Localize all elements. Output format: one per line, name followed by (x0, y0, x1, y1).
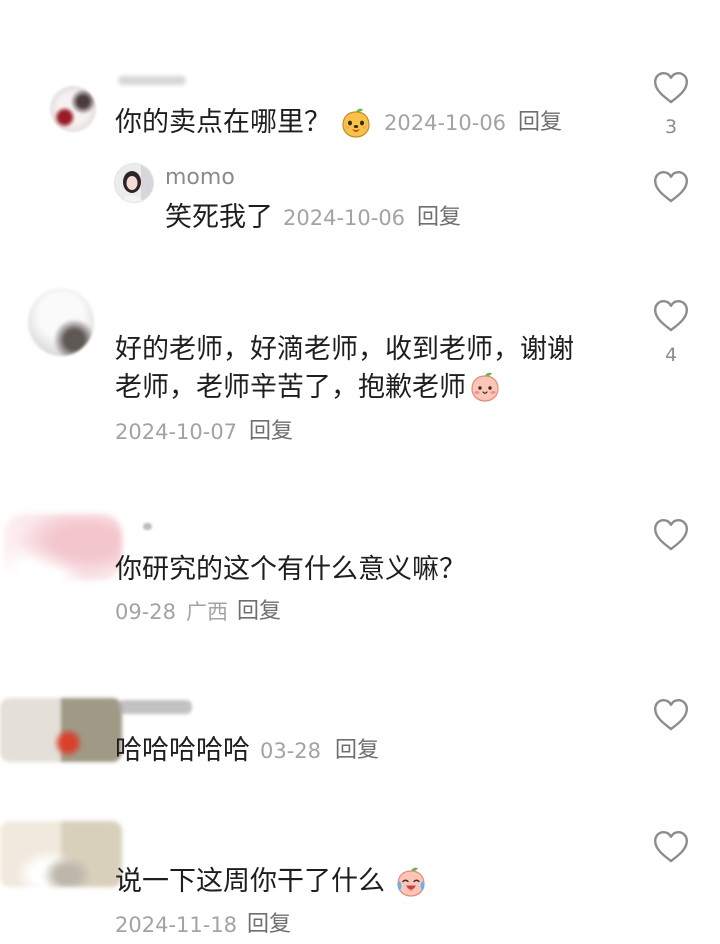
heart-icon[interactable] (653, 299, 689, 333)
reply-button[interactable]: 回复 (417, 206, 461, 230)
blush-face-emoji (469, 371, 501, 403)
comment-line: 笑死我了 2024-10-06 回复 (165, 199, 461, 237)
comment-line: 说一下这周你干了什么 (115, 863, 427, 901)
heart-icon[interactable] (653, 518, 689, 552)
comment-meta: 2024-11-18 回复 (115, 913, 291, 938)
comment-item: 好的老师，好滴老师，收到老师，谢谢老师，老师辛苦了，抱歉老师 2024-10-0… (0, 286, 720, 446)
comment-date: 2024-10-06 (283, 206, 406, 230)
comment-text: 你的卖点在哪里？ (115, 107, 331, 138)
heart-icon[interactable] (653, 830, 689, 864)
avatar[interactable] (114, 163, 154, 203)
heart-icon[interactable] (653, 698, 689, 732)
laugh-cry-emoji (395, 866, 427, 898)
like-button[interactable] (651, 518, 691, 552)
like-button[interactable] (651, 170, 691, 204)
comment-item: 哈哈哈哈哈 03-28 回复 (0, 694, 720, 784)
comment-item: 你的卖点在哪里？ 2024-10-06 回复 3 (0, 70, 720, 150)
like-count: 3 (664, 116, 678, 138)
heart-icon[interactable] (653, 71, 689, 105)
avatar[interactable] (0, 698, 122, 762)
comment-item: 说一下这周你干了什么 2024-11-18 回复 (0, 818, 720, 942)
avatar[interactable] (0, 821, 122, 887)
username-obscured (143, 523, 152, 530)
comment-item: 你研究的这个有什么意义嘛？ 09-28 广西 回复 (0, 512, 720, 632)
reply-button[interactable]: 回复 (237, 600, 281, 624)
reply-button[interactable]: 回复 (335, 739, 379, 763)
avatar[interactable] (4, 514, 122, 580)
comment-text: 说一下这周你干了什么 (115, 866, 385, 897)
username[interactable]: momo (165, 166, 235, 190)
comment-line: 哈哈哈哈哈 03-28 回复 (115, 732, 379, 770)
dog-face-emoji (340, 107, 372, 139)
reply-button[interactable]: 回复 (247, 913, 291, 937)
comment-text: 你研究的这个有什么意义嘛？ (115, 554, 466, 585)
comment-text: 笑死我了 (165, 202, 273, 233)
comment-date: 2024-11-18 (115, 913, 238, 937)
comment-date: 2024-10-07 (115, 420, 238, 444)
comment-line: 你的卖点在哪里？ 2024-10-06 回复 (115, 104, 562, 142)
reply-button[interactable]: 回复 (518, 111, 562, 135)
avatar[interactable] (28, 288, 94, 356)
like-button[interactable]: 3 (651, 71, 691, 138)
heart-icon[interactable] (653, 170, 689, 204)
like-button[interactable]: 4 (651, 299, 691, 366)
comment-date: 03-28 (260, 739, 322, 763)
avatar[interactable] (50, 86, 96, 132)
like-count: 4 (664, 344, 678, 366)
like-button[interactable] (651, 830, 691, 864)
comment-line: 你研究的这个有什么意义嘛？ (115, 551, 466, 589)
like-button[interactable] (651, 698, 691, 732)
comment-text: 哈哈哈哈哈 (115, 735, 250, 766)
comment-date: 09-28 (115, 600, 177, 624)
reply-button[interactable]: 回复 (249, 420, 293, 444)
comment-location: 广西 (186, 600, 229, 624)
comment-text-block: 好的老师，好滴老师，收到老师，谢谢老师，老师辛苦了，抱歉老师 (115, 331, 582, 407)
comment-text: 好的老师，好滴老师，收到老师，谢谢老师，老师辛苦了，抱歉老师 (115, 334, 574, 403)
comment-date: 2024-10-06 (384, 111, 507, 135)
username-obscured (118, 700, 192, 714)
comment-reply-item: momo 笑死我了 2024-10-06 回复 (0, 160, 720, 240)
comment-meta: 09-28 广西 回复 (115, 600, 281, 625)
username-obscured (118, 76, 186, 85)
comment-meta: 2024-10-07 回复 (115, 420, 293, 445)
